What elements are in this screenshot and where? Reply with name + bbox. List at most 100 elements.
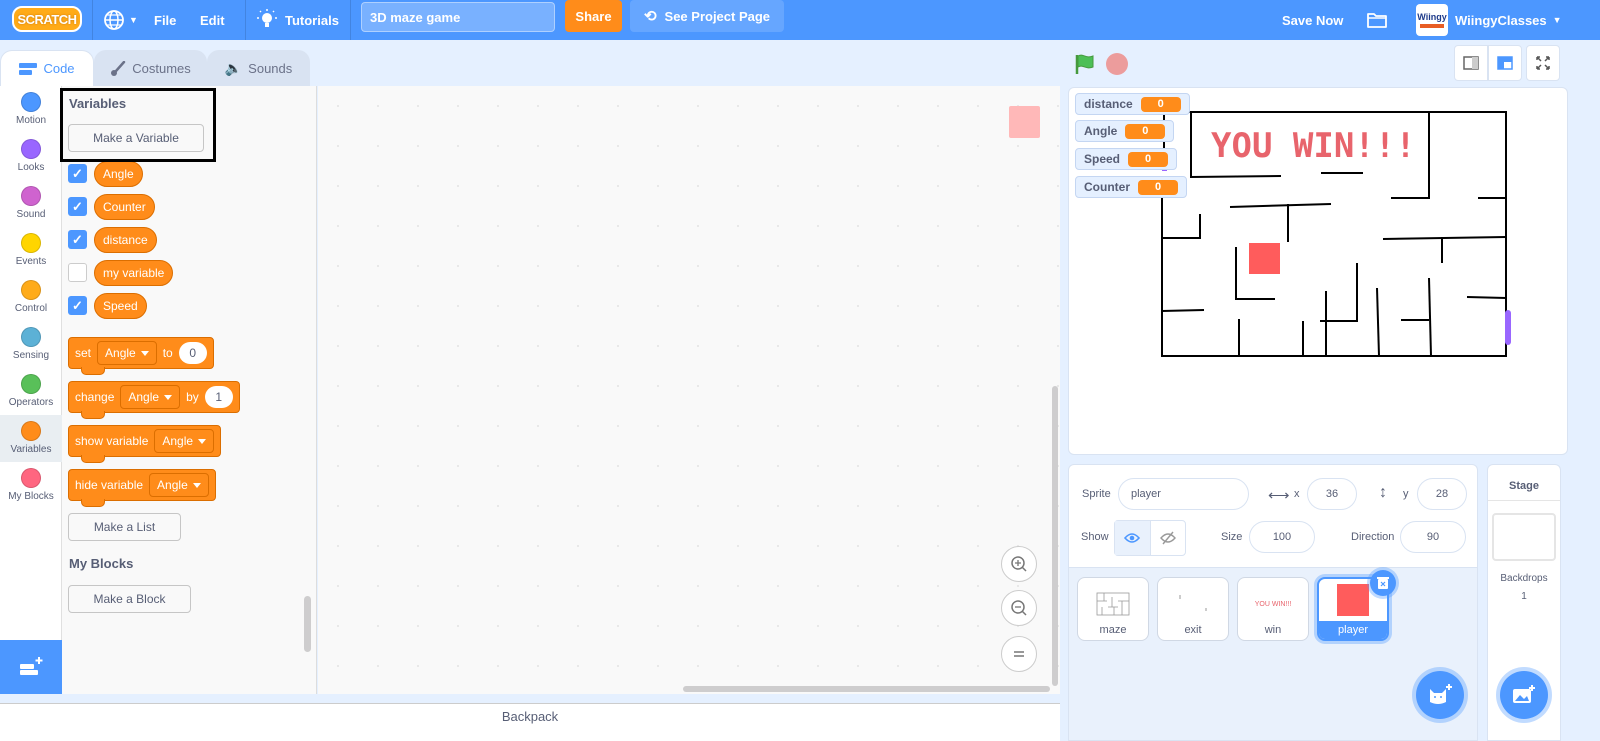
variable-monitor-angle[interactable]: Angle 0 [1075, 120, 1175, 142]
delete-sprite-button[interactable] [1370, 570, 1396, 596]
workspace-vertical-scrollbar[interactable] [1052, 386, 1058, 686]
category-motion[interactable]: Motion [0, 86, 62, 133]
change-variable-block[interactable]: change Angle by 1 [68, 381, 240, 419]
tab-costumes[interactable]: Costumes [94, 50, 207, 86]
direction-input[interactable]: 90 [1400, 521, 1466, 553]
stop-button[interactable] [1106, 53, 1128, 75]
sprite-tile-maze[interactable]: maze [1077, 577, 1149, 641]
variable-monitor-speed[interactable]: Speed 0 [1075, 148, 1178, 170]
globe-icon [104, 10, 124, 30]
dropdown-arrow-icon [140, 350, 149, 356]
tab-sounds[interactable]: 🔈 Sounds [207, 50, 310, 86]
normal-stage-icon [1497, 56, 1513, 70]
category-menu: Motion Looks Sound Events Control Sensin… [0, 86, 62, 640]
variable-checkbox-counter[interactable]: ✓ [68, 197, 87, 216]
category-events[interactable]: Events [0, 227, 62, 274]
small-stage-button[interactable] [1454, 45, 1488, 81]
scratch-logo[interactable]: SCRATCH [12, 6, 82, 32]
sprite-tile-win[interactable]: YOU WIN!!! win [1237, 577, 1309, 641]
variable-dropdown[interactable]: Angle [120, 385, 181, 409]
show-sprite-button[interactable] [1115, 521, 1151, 555]
avatar-text: Wiingy [1417, 12, 1447, 22]
sprite-tile-exit[interactable]: exit [1157, 577, 1229, 641]
brush-icon [111, 60, 126, 76]
variable-checkbox-distance[interactable]: ✓ [68, 230, 87, 249]
variable-checkbox-angle[interactable]: ✓ [68, 164, 87, 183]
variable-checkbox-my-variable[interactable] [68, 263, 87, 282]
account-menu[interactable]: WiingyClasses ▼ [1455, 0, 1562, 40]
zoom-out-button[interactable] [1001, 590, 1037, 626]
category-operators[interactable]: Operators [0, 368, 62, 415]
category-sound[interactable]: Sound [0, 180, 62, 227]
zoom-in-button[interactable] [1001, 546, 1037, 582]
workspace-horizontal-scrollbar[interactable] [683, 686, 1050, 692]
category-label: Looks [17, 162, 45, 173]
y-position-input[interactable]: 28 [1417, 478, 1467, 510]
events-dot-icon [21, 233, 41, 253]
variable-reporter-counter[interactable]: Counter [94, 194, 155, 220]
palette-scrollbar[interactable] [304, 596, 311, 652]
choose-sprite-button[interactable] [1416, 671, 1464, 719]
sprite-name-input[interactable]: player [1118, 478, 1249, 510]
sprite-name-label: Sprite [1082, 488, 1111, 500]
variable-dropdown[interactable]: Angle [149, 473, 209, 497]
make-list-button[interactable]: Make a List [68, 513, 181, 541]
my-stuff-button[interactable] [1366, 0, 1388, 40]
monitor-value: 0 [1128, 151, 1169, 167]
stage-canvas[interactable]: YOU WIN!!! distance 0 Angle 0 Speed 0 Count… [1068, 87, 1568, 455]
variable-reporter-angle[interactable]: Angle [94, 161, 143, 187]
tab-code[interactable]: Code [0, 50, 94, 86]
dropdown-arrow-icon [192, 482, 201, 488]
variable-checkbox-speed[interactable]: ✓ [68, 296, 87, 315]
maze-drawing: YOU WIN!!! [1161, 111, 1511, 357]
sprite-name: player [1319, 621, 1387, 639]
divider [350, 0, 351, 40]
zoom-reset-button[interactable] [1001, 636, 1037, 672]
size-input[interactable]: 100 [1249, 521, 1315, 553]
green-flag-button[interactable] [1073, 52, 1097, 76]
variable-reporter-speed[interactable]: Speed [94, 293, 147, 319]
fullscreen-icon [1536, 56, 1550, 70]
project-title-input[interactable]: 3D maze game [361, 2, 555, 32]
sensing-dot-icon [21, 327, 41, 347]
file-menu[interactable]: File [154, 0, 176, 40]
category-control[interactable]: Control [0, 274, 62, 321]
fullscreen-button[interactable] [1526, 45, 1560, 81]
variable-dropdown[interactable]: Angle [97, 341, 157, 365]
normal-stage-button[interactable] [1488, 45, 1522, 81]
variable-reporter-my-variable[interactable]: my variable [94, 260, 174, 286]
category-label: Control [14, 303, 48, 314]
save-now-button[interactable]: Save Now [1282, 0, 1343, 40]
category-my-blocks[interactable]: My Blocks [0, 462, 62, 509]
backpack-header[interactable]: Backpack [0, 703, 1060, 741]
edit-menu[interactable]: Edit [200, 0, 225, 40]
category-looks[interactable]: Looks [0, 133, 62, 180]
hide-sprite-button[interactable] [1151, 521, 1186, 555]
value-input[interactable]: 0 [178, 342, 207, 364]
sprite-name: exit [1184, 624, 1202, 636]
make-block-button[interactable]: Make a Block [68, 585, 191, 613]
share-button[interactable]: Share [565, 0, 622, 32]
value-input[interactable]: 1 [204, 386, 233, 408]
variable-monitor-distance[interactable]: distance 0 [1075, 93, 1190, 115]
code-workspace[interactable] [318, 86, 1060, 694]
hide-variable-block[interactable]: hide variable Angle [68, 469, 216, 507]
make-variable-button[interactable]: Make a Variable [68, 124, 204, 152]
user-avatar[interactable]: Wiingy [1416, 4, 1448, 36]
see-project-page-button[interactable]: ⟲ See Project Page [630, 0, 784, 32]
tutorials-button[interactable]: Tutorials [257, 0, 339, 40]
set-variable-block[interactable]: set Angle to 0 [68, 337, 214, 375]
project-page-icon: ⟲ [643, 8, 657, 25]
variable-dropdown[interactable]: Angle [154, 429, 215, 453]
show-variable-block[interactable]: show variable Angle [68, 425, 222, 463]
language-menu[interactable]: ▼ [103, 0, 138, 40]
x-position-input[interactable]: 36 [1307, 478, 1357, 510]
category-sensing[interactable]: Sensing [0, 321, 62, 368]
code-icon [19, 62, 38, 75]
choose-backdrop-button[interactable] [1500, 671, 1548, 719]
add-extension-button[interactable] [0, 640, 62, 694]
variable-monitor-counter[interactable]: Counter 0 [1075, 176, 1187, 198]
variable-reporter-distance[interactable]: distance [94, 227, 157, 253]
category-variables[interactable]: Variables [0, 415, 62, 462]
block-text: to [162, 346, 173, 360]
